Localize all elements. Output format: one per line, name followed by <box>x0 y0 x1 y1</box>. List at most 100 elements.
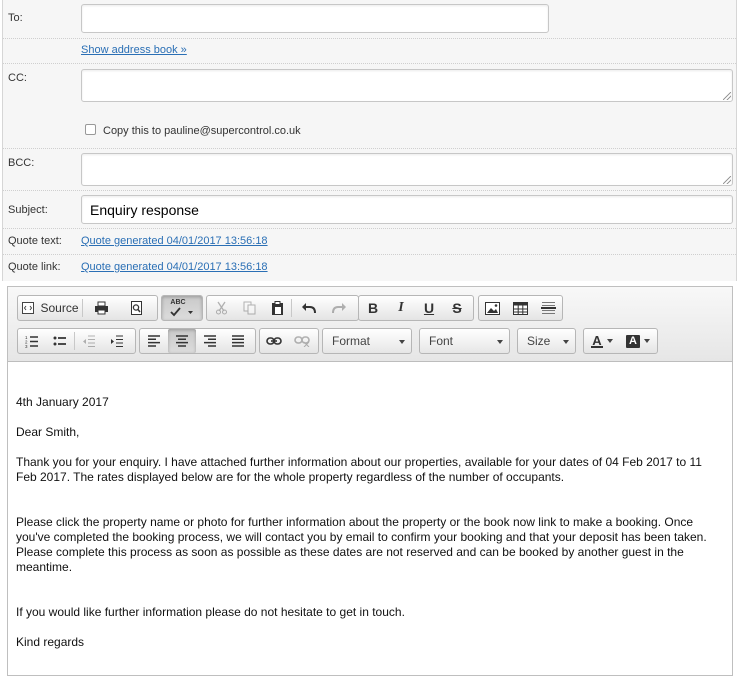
chevron-down-icon <box>644 339 650 343</box>
numbered-list-icon: 123 <box>25 335 38 348</box>
bold-button[interactable]: B <box>359 296 387 320</box>
bcc-field-box <box>81 153 733 186</box>
resize-grip-icon[interactable] <box>723 176 731 184</box>
font-dropdown[interactable]: Font <box>419 328 510 354</box>
horizontal-line-icon <box>540 302 556 314</box>
source-label: Source <box>40 301 79 315</box>
source-icon <box>22 302 35 314</box>
insert-group <box>478 295 563 321</box>
quote-link-row: Quote link: Quote generated 04/01/2017 1… <box>3 255 736 281</box>
background-color-button[interactable]: A <box>620 329 656 353</box>
background-color-icon: A <box>626 334 640 348</box>
align-right-icon <box>204 335 216 347</box>
bulleted-list-icon <box>53 336 66 345</box>
align-right-button[interactable] <box>196 329 224 353</box>
increase-indent-button[interactable] <box>103 329 131 353</box>
body-paragraph-2: Please click the property name or photo … <box>16 515 707 574</box>
greeting-line: Dear Smith, <box>16 425 80 439</box>
subject-field-box <box>81 195 733 224</box>
copy-checkbox[interactable] <box>85 124 96 135</box>
decrease-indent-button[interactable] <box>75 329 103 353</box>
quote-link-link[interactable]: Quote generated 04/01/2017 13:56:18 <box>81 261 268 273</box>
alignment-group <box>139 328 256 354</box>
align-center-icon <box>176 335 188 347</box>
align-left-button[interactable] <box>140 329 168 353</box>
underline-button[interactable]: U <box>415 296 443 320</box>
preview-button[interactable] <box>120 296 152 320</box>
font-dropdown-label: Font <box>429 334 454 348</box>
document-tools-group: Source <box>17 295 158 321</box>
resize-grip-icon[interactable] <box>723 92 731 100</box>
justify-icon <box>232 335 244 347</box>
subject-input[interactable] <box>82 196 732 223</box>
body-paragraph-1: Thank you for your enquiry. I have attac… <box>16 455 702 484</box>
source-button[interactable]: Source <box>18 296 82 320</box>
quote-text-link[interactable]: Quote generated 04/01/2017 13:56:18 <box>81 235 268 247</box>
color-group: A A <box>583 328 658 354</box>
bcc-row: BCC: <box>3 149 736 191</box>
to-field-box <box>81 4 549 33</box>
justify-button[interactable] <box>224 329 252 353</box>
rich-text-editor: Source ABC B I U S 1 2 3 Format Font Siz… <box>7 286 733 676</box>
strikethrough-button[interactable]: S <box>443 296 471 320</box>
unlink-button[interactable] <box>288 329 316 353</box>
cc-row: CC: Copy this to pauline@supercontrol.co… <box>3 64 736 149</box>
link-group <box>259 328 319 354</box>
chevron-down-icon <box>399 340 405 344</box>
chevron-down-icon <box>607 339 613 343</box>
quote-text-label: Quote text: <box>8 235 62 247</box>
cc-input[interactable] <box>82 70 732 101</box>
link-icon <box>266 337 282 345</box>
date-line: 4th January 2017 <box>16 395 109 409</box>
align-left-icon <box>148 335 160 347</box>
horizontal-line-button[interactable] <box>534 296 562 320</box>
size-dropdown[interactable]: Size <box>517 328 576 354</box>
chevron-down-icon <box>497 340 503 344</box>
bulleted-list-button[interactable] <box>46 329 74 353</box>
copy-button[interactable] <box>235 296 263 320</box>
cut-button[interactable] <box>207 296 235 320</box>
editor-content[interactable]: 4th January 2017 Dear Smith, Thank you f… <box>16 395 722 650</box>
chevron-down-icon <box>563 340 569 344</box>
preview-icon <box>130 301 142 315</box>
quote-text-row: Quote text: Quote generated 04/01/2017 1… <box>3 229 736 255</box>
to-row: To: <box>3 0 736 39</box>
list-group: 123 <box>17 328 136 354</box>
table-button[interactable] <box>507 296 535 320</box>
print-icon <box>95 301 108 315</box>
paste-button[interactable] <box>263 296 291 320</box>
format-dropdown[interactable]: Format <box>322 328 412 354</box>
undo-button[interactable] <box>292 296 324 320</box>
text-color-button[interactable]: A <box>584 329 620 353</box>
text-color-icon: A <box>591 332 603 348</box>
to-input[interactable] <box>82 5 548 32</box>
copy-icon <box>243 301 255 315</box>
table-icon <box>513 301 528 315</box>
format-dropdown-label: Format <box>332 334 371 348</box>
unlink-icon <box>294 336 310 347</box>
italic-button[interactable]: I <box>387 296 415 320</box>
increase-indent-icon <box>111 335 123 347</box>
editor-toolbar: Source ABC B I U S 1 2 3 Format Font Siz… <box>8 287 732 362</box>
email-compose-form: To: Show address book » CC: Copy this to… <box>2 0 737 281</box>
align-center-button[interactable] <box>168 329 196 353</box>
image-icon <box>485 301 501 315</box>
show-address-book-link[interactable]: Show address book » <box>81 44 187 56</box>
link-button[interactable] <box>260 329 288 353</box>
quote-link-label: Quote link: <box>8 261 61 273</box>
numbered-list-button[interactable]: 123 <box>18 329 46 353</box>
redo-button[interactable] <box>324 296 354 320</box>
image-button[interactable] <box>479 296 507 320</box>
bcc-input[interactable] <box>82 154 732 185</box>
undo-icon <box>301 303 316 314</box>
address-book-row: Show address book » <box>3 39 736 64</box>
body-paragraph-3: If you would like further information pl… <box>16 605 405 619</box>
print-button[interactable] <box>83 296 120 320</box>
subject-label: Subject: <box>8 204 48 216</box>
subject-row: Subject: <box>3 191 736 229</box>
spellcheck-button[interactable]: ABC <box>162 296 202 320</box>
size-dropdown-label: Size <box>527 334 551 348</box>
copy-checkbox-label: Copy this to pauline@supercontrol.co.uk <box>103 125 301 137</box>
spellcheck-group: ABC <box>161 295 203 321</box>
clipboard-group <box>206 295 359 321</box>
